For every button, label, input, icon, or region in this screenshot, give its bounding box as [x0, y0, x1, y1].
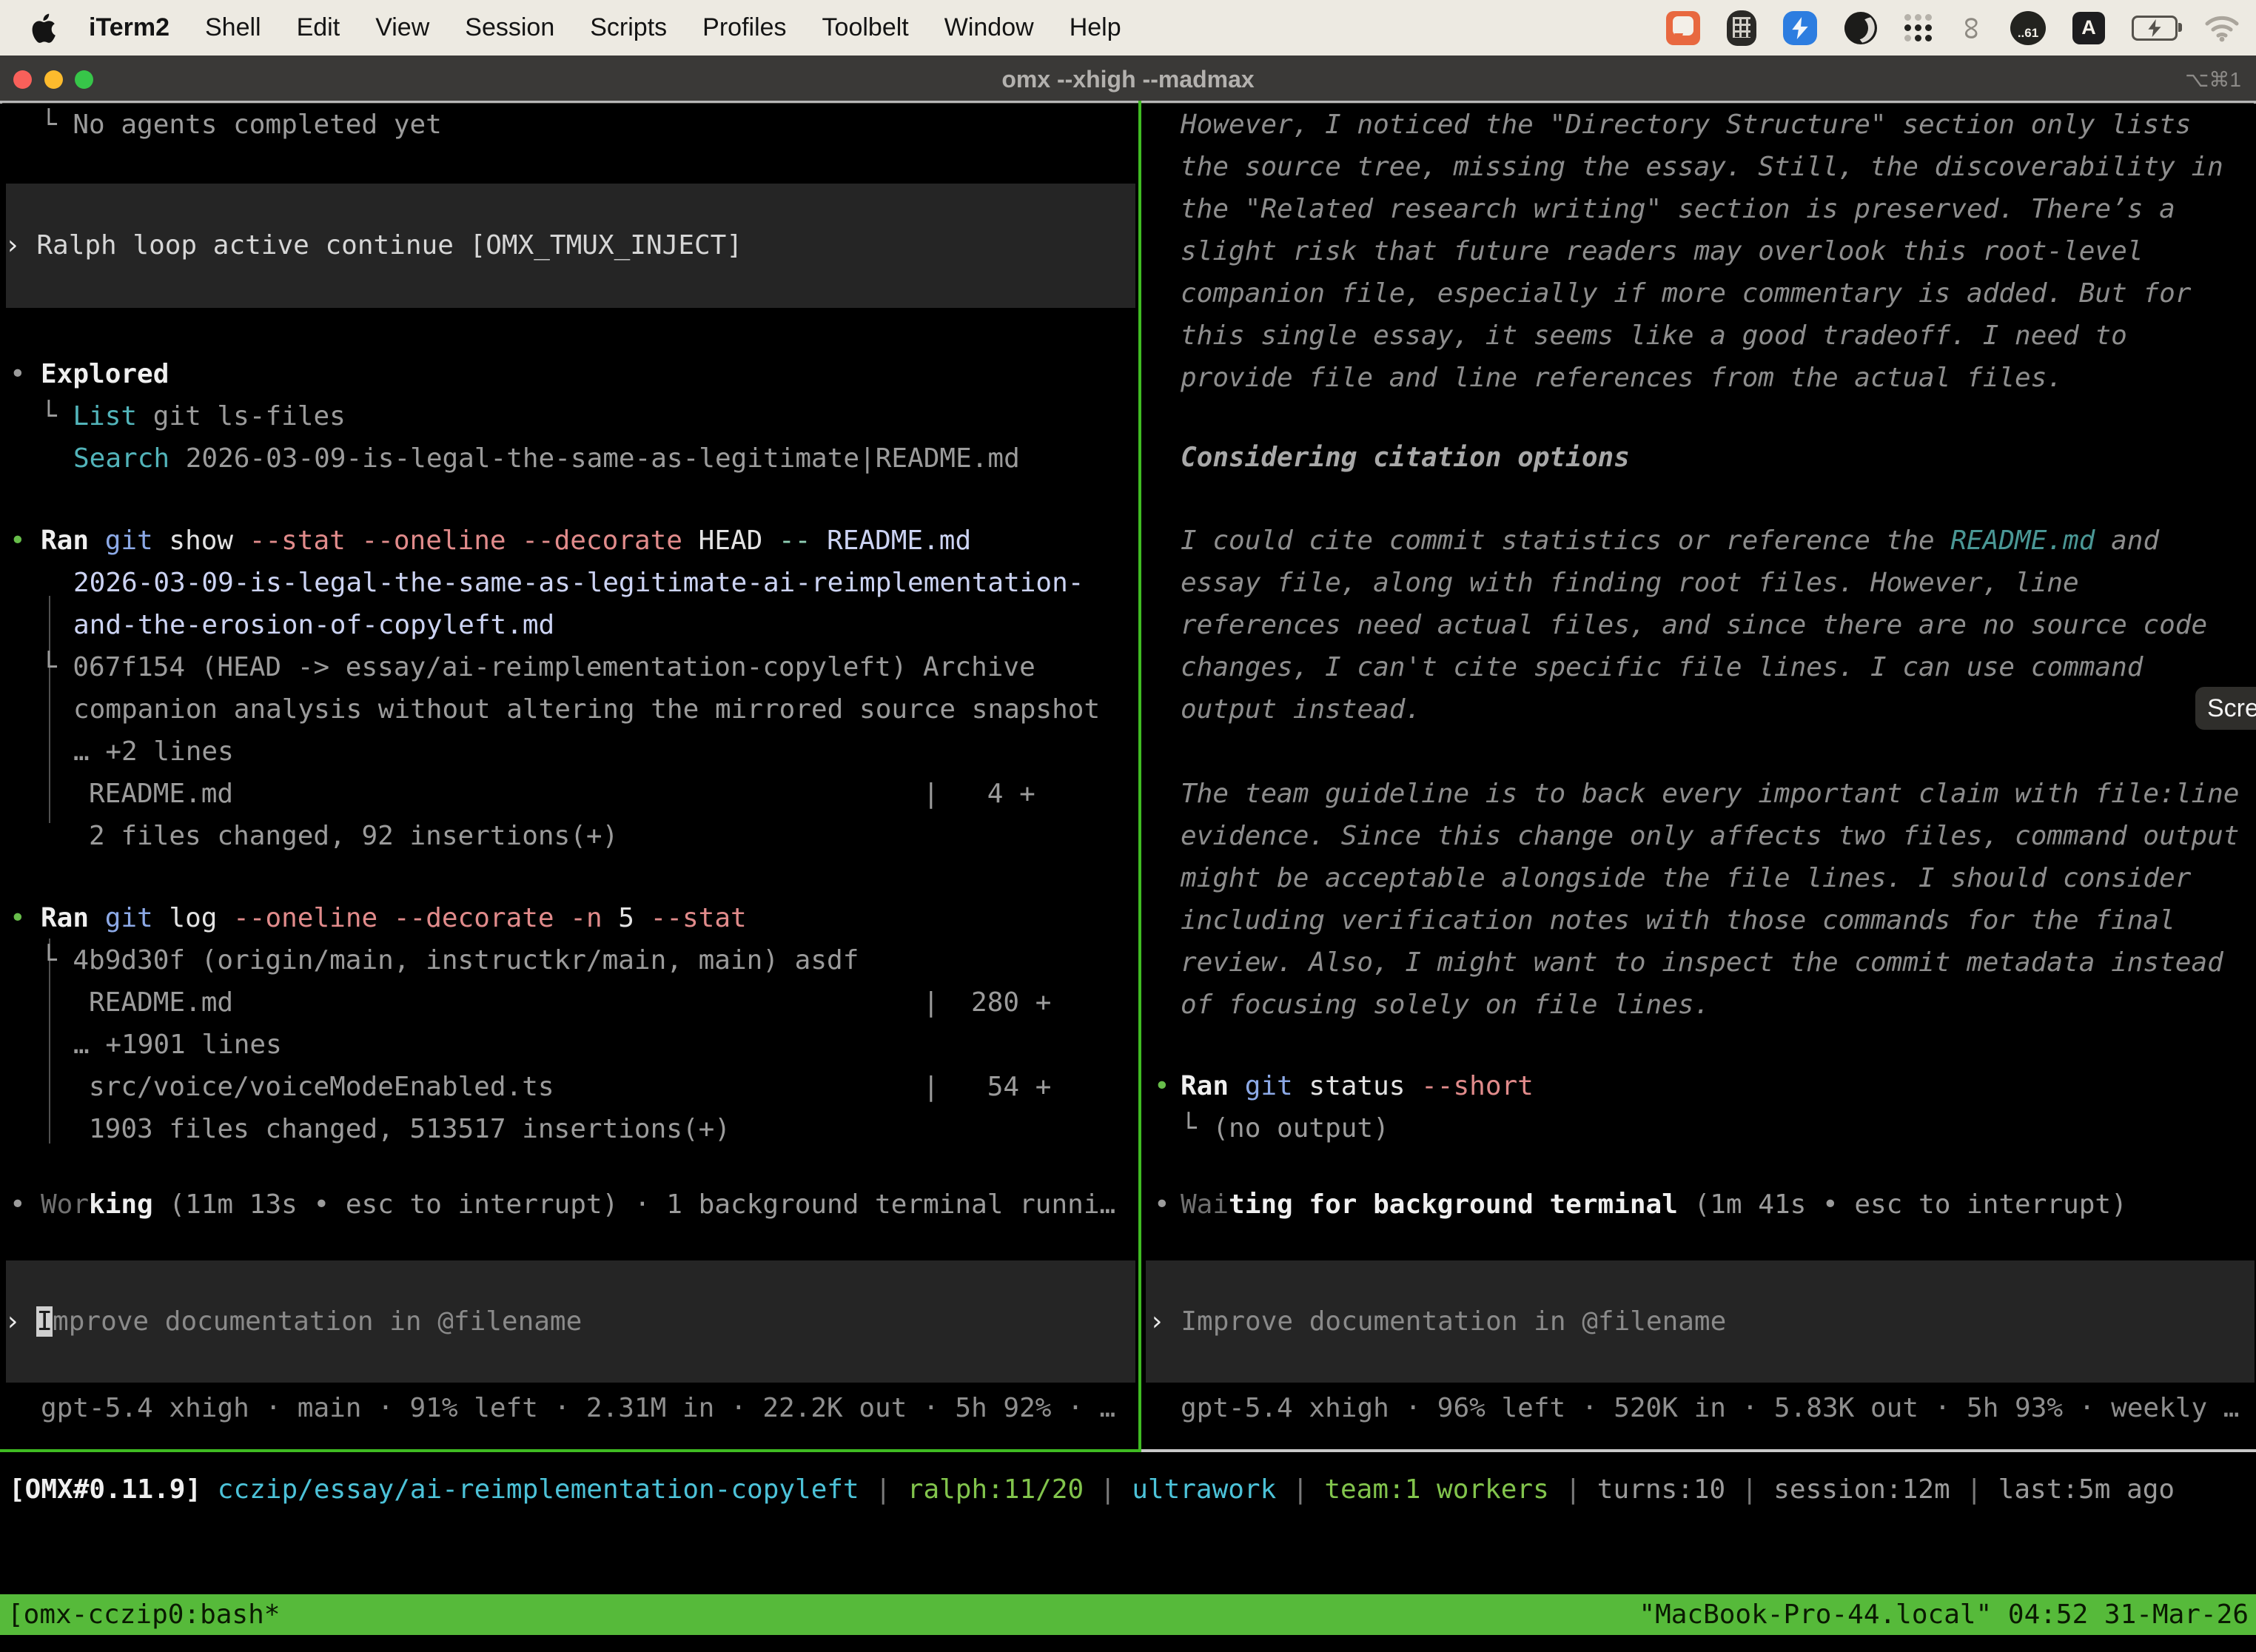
bullet-icon: •: [1154, 1065, 1170, 1107]
menu-item-profiles[interactable]: Profiles: [702, 13, 786, 42]
terminal-line: review. Also, I might want to inspect th…: [1144, 941, 2256, 984]
terminal-line: 2 files changed, 92 insertions(+): [0, 815, 1138, 857]
chat-app-icon[interactable]: [1666, 11, 1700, 45]
pane-divider[interactable]: [1138, 101, 1141, 1452]
tmux-host-clock: "MacBook-Pro-44.local" 04:52 31-Mar-26: [1639, 1599, 2249, 1630]
bullet-icon: •: [1154, 1183, 1170, 1226]
terminal-line: › Improve documentation in @filename: [1144, 1300, 2256, 1343]
apple-menu-icon[interactable]: [31, 13, 56, 43]
terminal-pane-left[interactable]: └ No agents completed yet › Ralph loop ac…: [0, 104, 1138, 1449]
terminal-line: •Explored: [0, 353, 1138, 395]
pane-border-bottom-left: [0, 1449, 1141, 1452]
terminal-line: README.md | 280 +: [0, 981, 1138, 1024]
menu-item-view[interactable]: View: [375, 13, 429, 42]
menu-item-toolbelt[interactable]: Toolbelt: [822, 13, 909, 42]
terminal-line: the source tree, missing the essay. Stil…: [1144, 146, 2256, 188]
terminal-line: 2026-03-09-is-legal-the-same-as-legitima…: [0, 562, 1138, 604]
menu-items: iTerm2 Shell Edit View Session Scripts Profile…: [89, 13, 1121, 42]
terminal-line: •Ran git status --short: [1144, 1065, 2256, 1107]
menu-item-scripts[interactable]: Scripts: [590, 13, 667, 42]
terminal-line: gpt-5.4 xhigh · 96% left · 520K in · 5.8…: [1144, 1387, 2256, 1429]
terminal-line: └ 4b9d30f (origin/main, instructkr/main,…: [0, 939, 1138, 981]
tmux-status-bar: [omx-cczip0:bash* "MacBook-Pro-44.local"…: [0, 1594, 2256, 1635]
terminal-line: companion analysis without altering the …: [0, 688, 1138, 731]
menu-status-icons: ∞ ..61 A: [1666, 10, 2240, 46]
terminal-line: •Waiting for background terminal (1m 41s…: [1144, 1183, 2256, 1226]
terminal-line: this single essay, it seems like a good …: [1144, 315, 2256, 357]
terminal-line: references need actual files, and since …: [1144, 604, 2256, 646]
dots-grid-icon[interactable]: [1904, 13, 1934, 43]
terminal-line: └ List git ls-files: [0, 395, 1138, 437]
menu-item-shell[interactable]: Shell: [205, 13, 261, 42]
terminal-line: However, I noticed the "Directory Struct…: [1144, 104, 2256, 146]
shield-grid-icon[interactable]: [1727, 10, 1756, 46]
window-shortcut-badge: ⌥⌘1: [2185, 56, 2241, 104]
terminal-line: └ 067f154 (HEAD -> essay/ai-reimplementa…: [0, 646, 1138, 688]
terminal-line: output instead.: [1144, 688, 2256, 731]
terminal-pane-right[interactable]: However, I noticed the "Directory Struct…: [1144, 104, 2256, 1449]
terminal-line: companion file, especially if more comme…: [1144, 272, 2256, 315]
terminal-line: … +2 lines: [0, 731, 1138, 773]
tmux-session-name[interactable]: [omx-cczip0:bash*: [7, 1599, 280, 1630]
bullet-icon: •: [10, 353, 26, 395]
terminal-line: gpt-5.4 xhigh · main · 91% left · 2.31M …: [0, 1387, 1138, 1429]
terminal-line: •Ran git log --oneline --decorate -n 5 -…: [0, 897, 1138, 939]
terminal-line: and-the-erosion-of-copyleft.md: [0, 604, 1138, 646]
menu-item-edit[interactable]: Edit: [297, 13, 340, 42]
window-title: omx --xhigh --madmax: [0, 56, 2256, 104]
terminal-line: README.md | 4 +: [0, 773, 1138, 815]
squiggle-icon[interactable]: ∞: [1955, 16, 1988, 39]
terminal-line: evidence. Since this change only affects…: [1144, 815, 2256, 857]
terminal-line: └ No agents completed yet: [0, 104, 1138, 146]
terminal-line: I could cite commit statistics or refere…: [1144, 520, 2256, 562]
terminal-line: including verification notes with those …: [1144, 899, 2256, 941]
menu-item-iterm2[interactable]: iTerm2: [89, 13, 169, 42]
iterm-window: omx --xhigh --madmax ⌥⌘1 └ No agents com…: [0, 56, 2256, 1652]
window-title-bar[interactable]: omx --xhigh --madmax ⌥⌘1: [0, 56, 2256, 104]
terminal-line: changes, I can't cite specific file line…: [1144, 646, 2256, 688]
menu-item-window[interactable]: Window: [944, 13, 1034, 42]
terminal-line: … +1901 lines: [0, 1024, 1138, 1066]
terminal-line: └ (no output): [1144, 1107, 2256, 1149]
wifi-icon[interactable]: [2204, 14, 2240, 42]
crescent-icon[interactable]: [1844, 11, 1878, 45]
pane-border-bottom-right: [1141, 1449, 2256, 1452]
bullet-icon: •: [10, 1183, 26, 1226]
terminal-line: › Improve documentation in @filename: [0, 1300, 1138, 1343]
terminal-line: might be acceptable alongside the file l…: [1144, 857, 2256, 899]
menu-item-help[interactable]: Help: [1070, 13, 1121, 42]
terminal-line: 1903 files changed, 513517 insertions(+): [0, 1108, 1138, 1150]
terminal-line: The team guideline is to back every impo…: [1144, 773, 2256, 815]
menu-item-session[interactable]: Session: [465, 13, 554, 42]
input-source-icon[interactable]: A: [2072, 12, 2105, 44]
terminal-line: of focusing solely on file lines.: [1144, 984, 2256, 1026]
terminal-line: src/voice/voiceModeEnabled.ts | 54 +: [0, 1066, 1138, 1108]
battery-icon[interactable]: [2132, 16, 2178, 41]
battery-percent-icon[interactable]: ..61: [2010, 11, 2046, 45]
pane-border-top: [0, 101, 2256, 103]
terminal-line: essay file, along with finding root file…: [1144, 562, 2256, 604]
menu-bar: iTerm2 Shell Edit View Session Scripts Profile…: [0, 0, 2256, 56]
terminal-line: › Ralph loop active continue [OMX_TMUX_I…: [0, 224, 1138, 266]
terminal-line: •Ran git show --stat --oneline --decorat…: [0, 520, 1138, 562]
screen-tooltip: Scre: [2195, 687, 2256, 730]
terminal-line: Search 2026-03-09-is-legal-the-same-as-l…: [0, 437, 1138, 480]
terminal-line: slight risk that future readers may over…: [1144, 230, 2256, 272]
terminal-line: Considering citation options: [1144, 437, 2256, 479]
blue-bolt-icon[interactable]: [1783, 11, 1817, 45]
terminal-line: the "Related research writing" section i…: [1144, 188, 2256, 230]
terminal-line: provide file and line references from th…: [1144, 357, 2256, 399]
bullet-icon: •: [10, 897, 26, 939]
bullet-icon: •: [10, 520, 26, 562]
desktop: iTerm2 Shell Edit View Session Scripts Profile…: [0, 0, 2256, 1652]
terminal-line: •Working (11m 13s • esc to interrupt) · …: [0, 1183, 1138, 1226]
